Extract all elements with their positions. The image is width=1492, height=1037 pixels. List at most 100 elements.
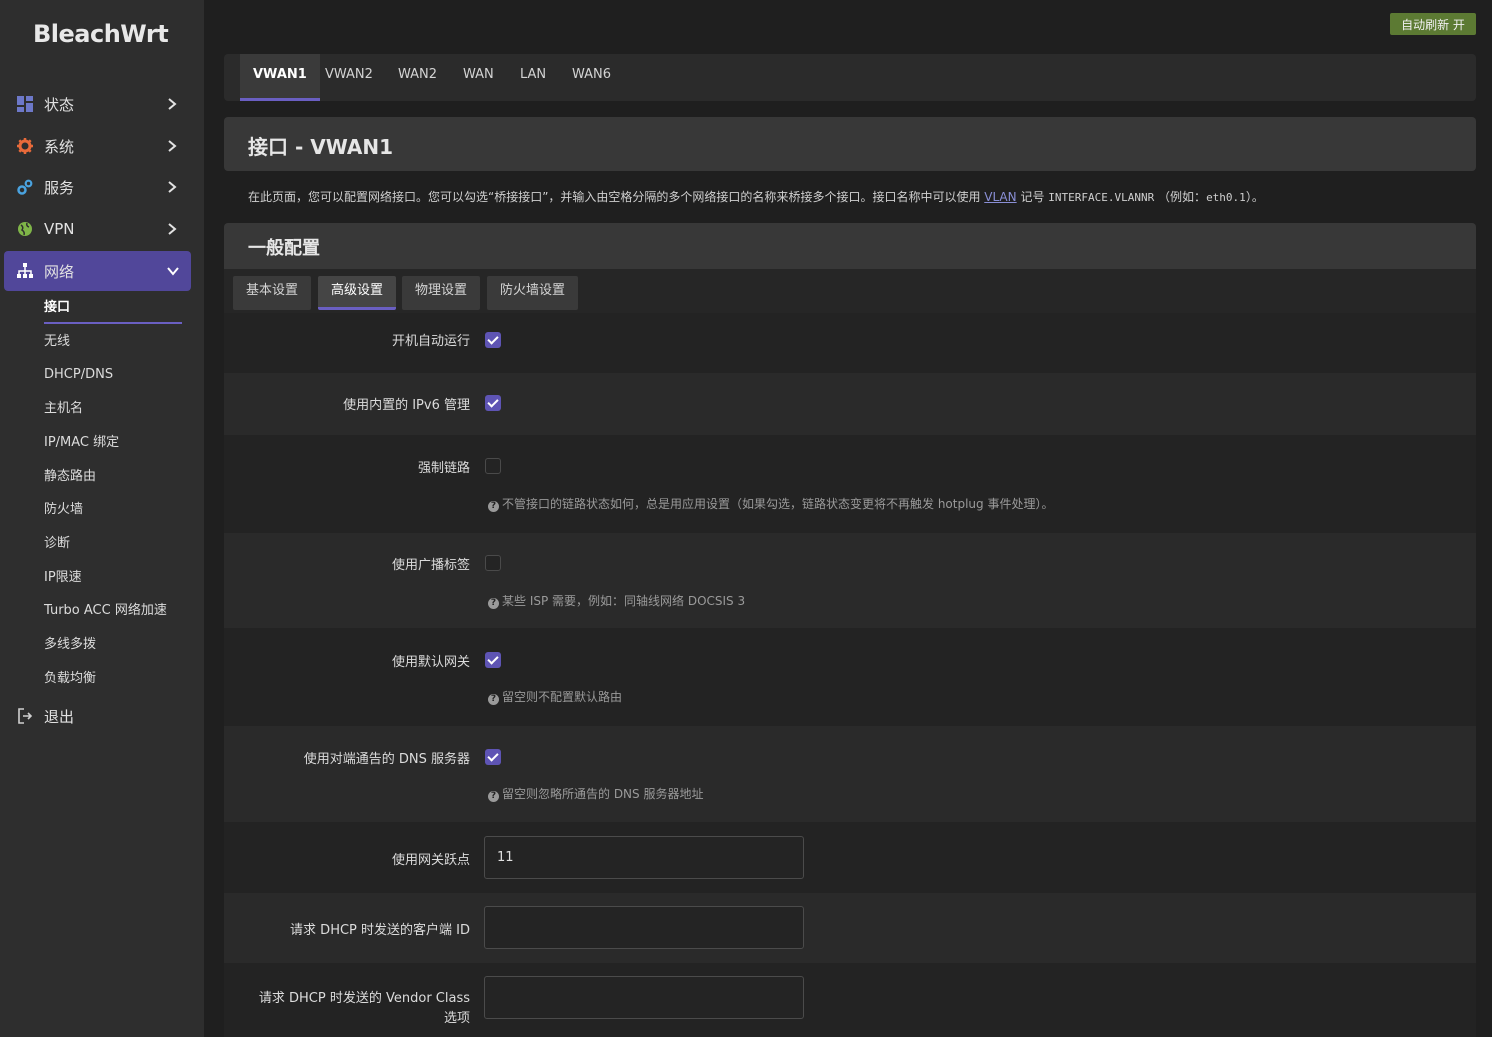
default-gateway-checkbox[interactable] [485, 652, 501, 668]
tab-firewall-settings[interactable]: 防火墙设置 [487, 276, 579, 310]
question-icon: ? [488, 598, 499, 609]
ipv6-checkbox[interactable] [485, 395, 501, 411]
sidebar-sub-ip-mac-binding[interactable]: IP/MAC 绑定 [44, 433, 119, 453]
sidebar-sub-static-routes[interactable]: 静态路由 [44, 467, 96, 487]
description-text: ）。 [1245, 190, 1264, 204]
chevron-right-icon [167, 98, 179, 110]
sitemap-icon [16, 262, 34, 280]
question-icon: ? [488, 501, 499, 512]
help-text: ? 留空则忽略所通告的 DNS 服务器地址 [488, 785, 703, 802]
field-label: 请求 DHCP 时发送的客户端 ID [290, 923, 470, 938]
client-id-input[interactable] [484, 906, 804, 949]
field-row-force-link: 强制链路 ? 不管接口的链路状态如何，总是用应用设置（如果勾选，链路状态变更将不再… [224, 435, 1476, 533]
question-icon: ? [488, 694, 499, 705]
sidebar-sub-wireless[interactable]: 无线 [44, 332, 70, 352]
chevron-right-icon [167, 181, 179, 193]
page-description: 在此页面，您可以配置网络接口。您可以勾选“桥接接口”，并输入由空格分隔的多个网络… [248, 188, 1264, 205]
help-text-content: 不管接口的链路状态如何，总是用应用设置（如果勾选，链路状态变更将不再触发 hot… [502, 497, 1054, 511]
field-label-line: 选项 [443, 1011, 470, 1026]
field-label: 开机自动运行 [391, 334, 470, 349]
sidebar-item-label: 退出 [44, 707, 75, 726]
chevron-right-icon [167, 223, 179, 235]
force-link-checkbox[interactable] [485, 458, 501, 474]
brand-logo: BleachWrt [33, 20, 169, 48]
help-text: ? 不管接口的链路状态如何，总是用应用设置（如果勾选，链路状态变更将不再触发 ho… [488, 495, 1053, 512]
help-text-content: 留空则忽略所通告的 DNS 服务器地址 [502, 787, 704, 801]
description-code: eth0.1 [1206, 191, 1246, 204]
description-text: 在此页面，您可以配置网络接口。您可以勾选“桥接接口”，并输入由空格分隔的多个网络… [248, 190, 985, 204]
vendor-class-input[interactable] [484, 976, 804, 1019]
tab-physical-settings[interactable]: 物理设置 [402, 276, 481, 310]
field-row-default-gateway: 使用默认网关 ? 留空则不配置默认路由 [224, 628, 1476, 726]
page-title: 接口 - VWAN1 [248, 135, 393, 159]
field-row-peer-dns: 使用对端通告的 DNS 服务器 ? 留空则忽略所通告的 DNS 服务器地址 [224, 726, 1476, 822]
vlan-link[interactable]: VLAN [984, 190, 1016, 204]
description-text: （例如： [1154, 190, 1207, 204]
gear-icon [16, 137, 34, 155]
field-label-line: 请求 DHCP 时发送的 Vendor Class [258, 991, 470, 1006]
tab-wan[interactable]: WAN [450, 54, 507, 101]
interface-tabs: VWAN1 VWAN2 WAN2 WAN LAN WAN6 [224, 54, 1476, 101]
tab-wan2[interactable]: WAN2 [385, 54, 450, 101]
sidebar-sub-hostnames[interactable]: 主机名 [44, 399, 83, 419]
general-config-header: 一般配置 [224, 223, 1476, 269]
tab-vwan2[interactable]: VWAN2 [312, 54, 386, 101]
tab-vwan1[interactable]: VWAN1 [240, 54, 320, 101]
question-icon: ? [488, 791, 499, 802]
help-text: ? 留空则不配置默认路由 [488, 688, 622, 705]
tab-lan[interactable]: LAN [507, 54, 559, 101]
sidebar-sub-firewall[interactable]: 防火墙 [44, 500, 83, 520]
sidebar-sub-interfaces[interactable]: 接口 [44, 298, 70, 318]
sidebar-item-status[interactable]: 状态 [4, 84, 191, 124]
auto-refresh-toggle[interactable]: 自动刷新 开 [1390, 13, 1476, 35]
sidebar-item-network[interactable]: 网络 [4, 251, 191, 291]
metric-input[interactable] [484, 836, 804, 879]
field-label: 使用内置的 IPv6 管理 [343, 398, 470, 413]
gears-icon [16, 178, 34, 196]
sidebar-sub-diagnostics[interactable]: 诊断 [44, 534, 70, 554]
field-label: 请求 DHCP 时发送的 Vendor Class 选项 [259, 989, 470, 1029]
field-label: 使用网关跃点 [391, 853, 470, 868]
field-label: 使用广播标签 [391, 558, 470, 573]
sidebar-sub-ip-limit[interactable]: IP限速 [44, 568, 82, 588]
sidebar-item-services[interactable]: 服务 [4, 167, 191, 207]
section-title: 一般配置 [248, 238, 320, 259]
logout-icon [16, 707, 34, 725]
help-text-content: 某些 ISP 需要，例如：同轴线网络 DOCSIS 3 [502, 594, 746, 608]
field-row-autostart: 开机自动运行 [224, 313, 1476, 373]
autostart-checkbox[interactable] [485, 332, 501, 348]
tab-basic-settings[interactable]: 基本设置 [233, 276, 312, 310]
sidebar-item-label: VPN [44, 220, 75, 238]
help-text: ? 某些 ISP 需要，例如：同轴线网络 DOCSIS 3 [488, 592, 745, 609]
sidebar-sub-load-balance[interactable]: 负载均衡 [44, 669, 96, 689]
chevron-right-icon [167, 140, 179, 152]
field-row-vendor-class: 请求 DHCP 时发送的 Vendor Class 选项 [224, 963, 1476, 1037]
field-label: 强制链路 [417, 461, 470, 476]
field-label: 使用对端通告的 DNS 服务器 [303, 752, 470, 767]
sidebar-item-vpn[interactable]: VPN [4, 209, 191, 249]
globe-icon [16, 220, 34, 238]
description-text: 记号 [1016, 190, 1049, 204]
field-row-broadcast: 使用广播标签 ? 某些 ISP 需要，例如：同轴线网络 DOCSIS 3 [224, 533, 1476, 628]
sidebar-sub-dhcp-dns[interactable]: DHCP/DNS [44, 365, 113, 385]
sidebar-item-logout[interactable]: 退出 [4, 696, 191, 736]
peer-dns-checkbox[interactable] [485, 749, 501, 765]
tab-wan6[interactable]: WAN6 [559, 54, 624, 101]
active-sub-underline [44, 322, 182, 324]
sidebar: BleachWrt 状态 系统 服务 VPN 网络 接口 无线 DHCP/DNS… [0, 0, 204, 1037]
title-bar: 接口 - VWAN1 [224, 117, 1476, 171]
sidebar-item-label: 系统 [44, 137, 75, 156]
field-row-ipv6: 使用内置的 IPv6 管理 [224, 373, 1476, 435]
tab-advanced-settings[interactable]: 高级设置 [318, 276, 397, 310]
sidebar-item-label: 网络 [44, 262, 75, 281]
sidebar-sub-turbo-acc[interactable]: Turbo ACC 网络加速 [44, 601, 167, 621]
field-label: 使用默认网关 [391, 655, 470, 670]
field-row-client-id: 请求 DHCP 时发送的客户端 ID [224, 893, 1476, 963]
dashboard-icon [16, 95, 34, 113]
sidebar-sub-multi-dial[interactable]: 多线多拨 [44, 635, 96, 655]
chevron-down-icon [167, 265, 179, 277]
help-text-content: 留空则不配置默认路由 [502, 690, 623, 704]
description-code: INTERFACE.VLANNR [1048, 191, 1155, 204]
broadcast-checkbox[interactable] [485, 555, 501, 571]
sidebar-item-system[interactable]: 系统 [4, 126, 191, 166]
